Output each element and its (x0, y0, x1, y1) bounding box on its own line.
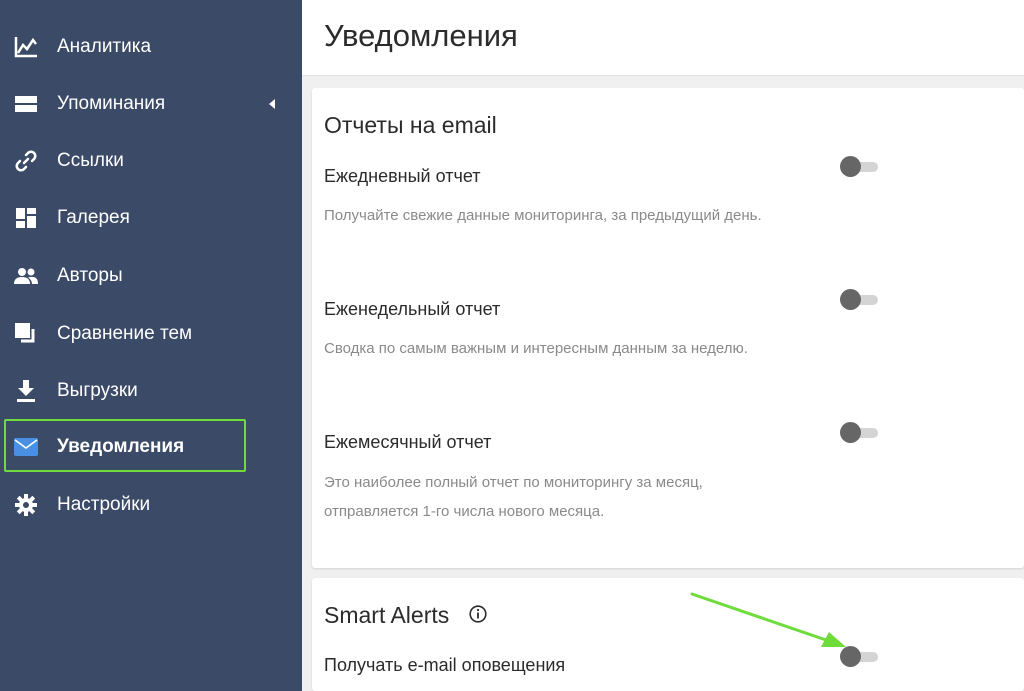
daily-report-title: Ежедневный отчет (324, 166, 481, 186)
email-reports-card: Отчеты на email Ежедневный отчет Получай… (312, 88, 1024, 568)
sidebar-item-label: Сравнение тем (57, 323, 193, 344)
caret-left-icon[interactable] (269, 99, 275, 109)
sidebar-item-analytics[interactable]: Аналитика (0, 18, 302, 76)
gear-icon (13, 493, 39, 517)
active-item-highlight (4, 419, 246, 472)
sidebar-item-label: Галерея (57, 207, 130, 228)
weekly-report-description: Сводка по самым важным и интересным данн… (324, 340, 748, 357)
page-header: Уведомления (302, 0, 1024, 76)
email-alerts-toggle[interactable] (840, 646, 878, 668)
sidebar: Аналитика Упоминания Ссылки Галерея Авто… (0, 0, 302, 691)
sidebar-item-settings[interactable]: Настройки (0, 476, 302, 534)
compare-icon (13, 322, 39, 346)
sidebar-item-gallery[interactable]: Галерея (0, 189, 302, 247)
sidebar-item-label: Выгрузки (57, 380, 138, 401)
authors-icon (13, 264, 39, 288)
sidebar-item-compare[interactable]: Сравнение тем (0, 305, 302, 363)
daily-report-toggle[interactable] (840, 156, 878, 178)
email-alerts-title: Получать e-mail оповещения (324, 655, 566, 675)
info-icon[interactable] (469, 605, 487, 623)
sidebar-item-label: Авторы (57, 265, 123, 286)
smart-alerts-title: Smart Alerts (324, 602, 450, 628)
monthly-report-toggle[interactable] (840, 422, 878, 444)
monthly-report-title: Ежемесячный отчет (324, 432, 492, 452)
sidebar-item-label: Ссылки (57, 150, 124, 171)
sidebar-item-links[interactable]: Ссылки (0, 132, 302, 190)
smart-alerts-card: Smart Alerts Получать e-mail оповещения (312, 578, 1024, 691)
sidebar-item-mentions[interactable]: Упоминания (0, 75, 302, 133)
page-title: Уведомления (324, 18, 518, 53)
sidebar-item-exports[interactable]: Выгрузки (0, 362, 302, 420)
sidebar-item-label: Упоминания (57, 93, 166, 114)
link-icon (13, 149, 39, 173)
mentions-icon (13, 92, 39, 116)
monthly-report-description: Это наиболее полный отчет по мониторингу… (324, 474, 703, 520)
chart-line-icon (13, 35, 39, 59)
sidebar-item-authors[interactable]: Авторы (0, 247, 302, 305)
weekly-report-title: Еженедельный отчет (324, 299, 501, 319)
sidebar-item-label: Аналитика (57, 36, 152, 57)
sidebar-item-label: Настройки (57, 494, 151, 515)
daily-report-description: Получайте свежие данные мониторинга, за … (324, 207, 762, 224)
download-icon (13, 379, 39, 403)
email-reports-title: Отчеты на email (324, 112, 497, 138)
gallery-icon (13, 206, 39, 230)
weekly-report-toggle[interactable] (840, 289, 878, 311)
